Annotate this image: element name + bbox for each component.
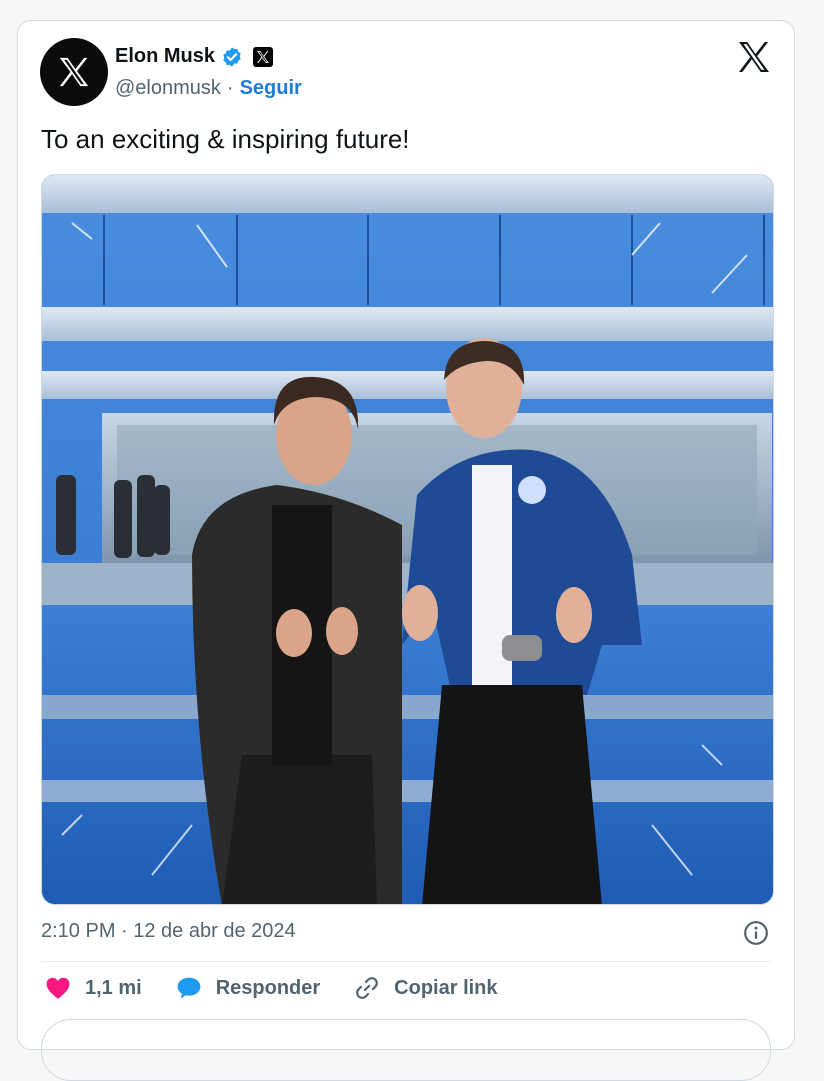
speech-bubble-icon xyxy=(177,977,201,999)
tweet-timestamp[interactable]: 2:10 PM · 12 de abr de 2024 xyxy=(41,920,296,943)
heart-icon xyxy=(46,977,70,999)
link-icon xyxy=(356,977,379,999)
divider xyxy=(41,961,771,962)
separator: · xyxy=(226,77,234,99)
reply-button[interactable]: Responder xyxy=(176,976,320,1000)
verified-badge-icon xyxy=(223,46,241,67)
avatar[interactable] xyxy=(40,38,108,106)
copy-link-label: Copiar link xyxy=(394,976,498,999)
action-bar: 1,1 mi Responder Copiar link xyxy=(45,975,532,1001)
x-logo-icon[interactable] xyxy=(736,39,772,75)
author-handle-row: @elonmusk · Seguir xyxy=(115,77,302,100)
x-badge-icon xyxy=(253,46,274,67)
tweet-embed-card: Elon Musk @elonmusk · Seguir To an excit… xyxy=(17,20,795,1081)
read-replies-button[interactable] xyxy=(41,1019,771,1081)
likes-count: 1,1 mi xyxy=(85,976,142,999)
reply-label: Responder xyxy=(215,976,321,999)
like-button[interactable]: 1,1 mi xyxy=(45,976,142,1000)
tweet-photo[interactable] xyxy=(41,174,774,905)
copy-link-button[interactable]: Copiar link xyxy=(354,975,498,1001)
tweet-text: To an exciting & inspiring future! xyxy=(41,124,410,154)
follow-button[interactable]: Seguir xyxy=(240,77,302,100)
author-name-row: Elon Musk xyxy=(115,45,274,68)
author-handle[interactable]: @elonmusk xyxy=(115,77,221,100)
info-icon[interactable] xyxy=(743,920,769,946)
author-name[interactable]: Elon Musk xyxy=(115,45,215,68)
x-logo-icon xyxy=(59,57,89,87)
